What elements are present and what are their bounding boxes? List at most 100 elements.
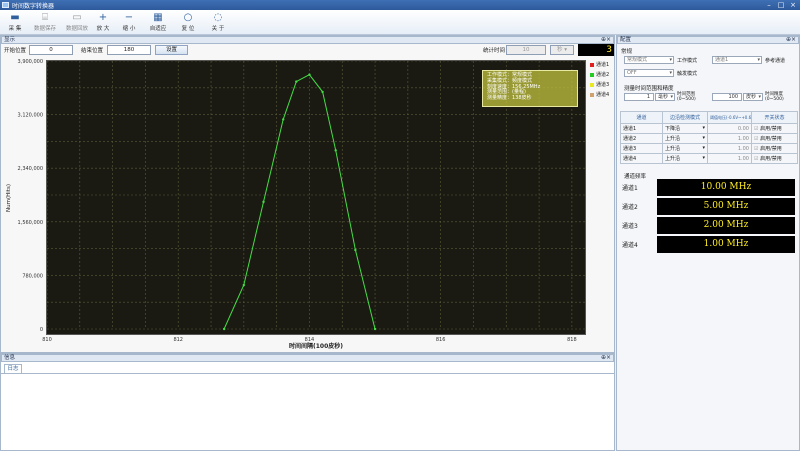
data-point [308, 73, 311, 76]
reference-channel-label: 参考通道 [765, 58, 786, 64]
channel-name: 通道2 [620, 133, 663, 144]
enable-checkbox[interactable]: ☑ 启用/禁用 [751, 153, 798, 164]
chevron-down-icon: ▾ [702, 125, 705, 131]
minimize-icon[interactable]: – [764, 1, 774, 9]
tab-divider [1, 373, 614, 374]
table-row: 通道1 下降沿 ▾ 0.00 ☑ 启用/禁用 [620, 123, 798, 134]
frequency-channel-label: 通道1 [622, 185, 638, 192]
frequency-channel-label: 通道4 [622, 242, 638, 249]
plot-info-box: 工作模式：常规模式 采集模式：频度模式 刻度速度：156.25MHz 测量范围：… [482, 70, 578, 107]
info-panel: 信息 ⊕× 日志 [0, 353, 615, 451]
settings-panel-title: 配置 [620, 37, 632, 43]
table-row: 通道4 上升沿 ▾ 1.00 ☑ 启用/禁用 [620, 153, 798, 164]
data-point [321, 90, 324, 94]
threshold-input[interactable]: 1.00 [707, 143, 752, 154]
legend-item[interactable]: 通道2 [590, 71, 614, 80]
legend: 通道1 通道2 通道3 通道4 [588, 60, 614, 105]
edge-select[interactable]: 上升沿 ▾ [662, 153, 708, 164]
data-point [334, 149, 337, 152]
chevron-down-icon: ▾ [702, 135, 705, 141]
column-header: 通道 [620, 111, 663, 124]
tab-log[interactable]: 日志 [4, 364, 22, 373]
column-header: 阈值电压(-0.6V~+0.6V) [707, 111, 752, 124]
info-panel-header: 信息 ⊕× [1, 354, 614, 362]
chevron-down-icon: ▾ [757, 57, 760, 63]
frequency-display: 5.00 MHz [657, 198, 795, 215]
x-tick-label: 818 [567, 337, 577, 343]
frequency-display: 2.00 MHz [657, 217, 795, 234]
chevron-down-icon: ▾ [702, 145, 705, 151]
legend-item[interactable]: 通道3 [590, 81, 614, 90]
chart-svg: 0 780,000 1,560,000 2,340,000 3,120,000 3,900… [6, 59, 585, 350]
edge-select[interactable]: 上升沿 ▾ [662, 143, 708, 154]
settings-panel-header: 配置 ⊕× [617, 36, 799, 44]
data-point [354, 248, 357, 252]
chevron-down-icon: ▾ [669, 70, 672, 76]
info-line: 测量精度：138皮秒 [487, 95, 532, 102]
legend-item[interactable]: 通道4 [590, 91, 614, 100]
series-line [223, 74, 376, 330]
trigger-mode-label: 触发模式 [677, 71, 698, 77]
y-axis-label: Num(Hits) [6, 184, 12, 212]
table-row: 通道2 上升沿 ▾ 1.00 ☑ 启用/禁用 [620, 133, 798, 144]
enable-checkbox[interactable]: ☑ 启用/禁用 [751, 133, 798, 144]
y-tick-label: 2,340,000 [18, 166, 43, 172]
edge-select[interactable]: 上升沿 ▾ [662, 133, 708, 144]
column-header: 开关状态 [751, 111, 798, 124]
column-header: 边沿检测模式 [662, 111, 708, 124]
chevron-down-icon: ▾ [670, 94, 673, 100]
frequency-row: 通道1 10.00 MHz [622, 179, 796, 196]
threshold-input[interactable]: 1.00 [707, 153, 752, 164]
channel-name: 通道3 [620, 143, 663, 154]
range-group-label: 测量时间范围和精度 [624, 86, 674, 92]
edge-select[interactable]: 下降沿 ▾ [662, 123, 708, 134]
channel-name: 通道1 [620, 123, 663, 134]
info-panel-title: 信息 [4, 355, 16, 361]
frequency-display: 1.00 MHz [657, 236, 795, 253]
close-icon[interactable]: × [788, 1, 798, 9]
frequency-row: 通道3 2.00 MHz [622, 217, 796, 234]
frequency-row: 通道2 5.00 MHz [622, 198, 796, 215]
trigger-mode-select[interactable]: OFF ▾ [624, 69, 674, 77]
legend-item[interactable]: 通道1 [590, 61, 614, 70]
data-point [262, 200, 265, 204]
x-tick-label: 810 [42, 337, 52, 343]
work-mode-select[interactable]: 常规模式 ▾ [624, 56, 674, 64]
enable-checkbox[interactable]: ☑ 启用/禁用 [751, 143, 798, 154]
reference-channel-select[interactable]: 通道1 ▾ [712, 56, 762, 64]
general-group-label: 常规 [621, 49, 633, 55]
range-unit-select[interactable]: 毫秒 ▾ [655, 93, 675, 101]
data-point [242, 283, 246, 287]
range-min-input[interactable]: 1 [624, 93, 654, 101]
channel-table: 通道 边沿检测模式 阈值电压(-0.6V~+0.6V) 开关状态 通道1 下降沿… [620, 111, 798, 164]
frequency-row: 通道4 1.00 MHz [622, 236, 796, 253]
chevron-down-icon: ▾ [702, 155, 705, 161]
data-point [281, 118, 285, 121]
x-axis-label: 时间间隔(100皮秒) [289, 342, 343, 350]
pin-icon[interactable]: ⊕× [601, 355, 611, 361]
y-tick-label: 780,000 [22, 273, 43, 279]
precision-input[interactable]: 100 [712, 93, 742, 101]
pin-icon[interactable]: ⊕× [786, 37, 796, 43]
y-tick-labels: 0 780,000 1,560,000 2,340,000 3,120,000 3,900… [18, 59, 43, 333]
frequency-channel-label: 通道2 [622, 204, 638, 211]
series-layer [222, 73, 377, 331]
data-point [295, 80, 298, 83]
frequency-channel-label: 通道3 [622, 223, 638, 230]
maximize-icon[interactable]: □ [776, 1, 786, 9]
channel-name: 通道4 [620, 153, 663, 164]
enable-checkbox[interactable]: ☑ 启用/禁用 [751, 123, 798, 134]
table-header-row: 通道 边沿检测模式 阈值电压(-0.6V~+0.6V) 开关状态 [620, 111, 798, 124]
data-point [222, 327, 226, 331]
y-tick-label: 3,900,000 [18, 59, 43, 65]
threshold-input[interactable]: 1.00 [707, 133, 752, 144]
work-mode-label: 工作模式 [677, 58, 698, 64]
data-point [373, 327, 377, 331]
time-range-label: 时间范围 (0~500) [677, 92, 696, 102]
threshold-input[interactable]: 0.00 [707, 123, 752, 134]
precision-unit-select[interactable]: 皮秒 ▾ [743, 93, 763, 101]
chevron-down-icon: ▾ [669, 57, 672, 63]
table-row: 通道3 上升沿 ▾ 1.00 ☑ 启用/禁用 [620, 143, 798, 154]
x-tick-label: 812 [173, 337, 183, 343]
y-tick-label: 0 [40, 327, 43, 333]
